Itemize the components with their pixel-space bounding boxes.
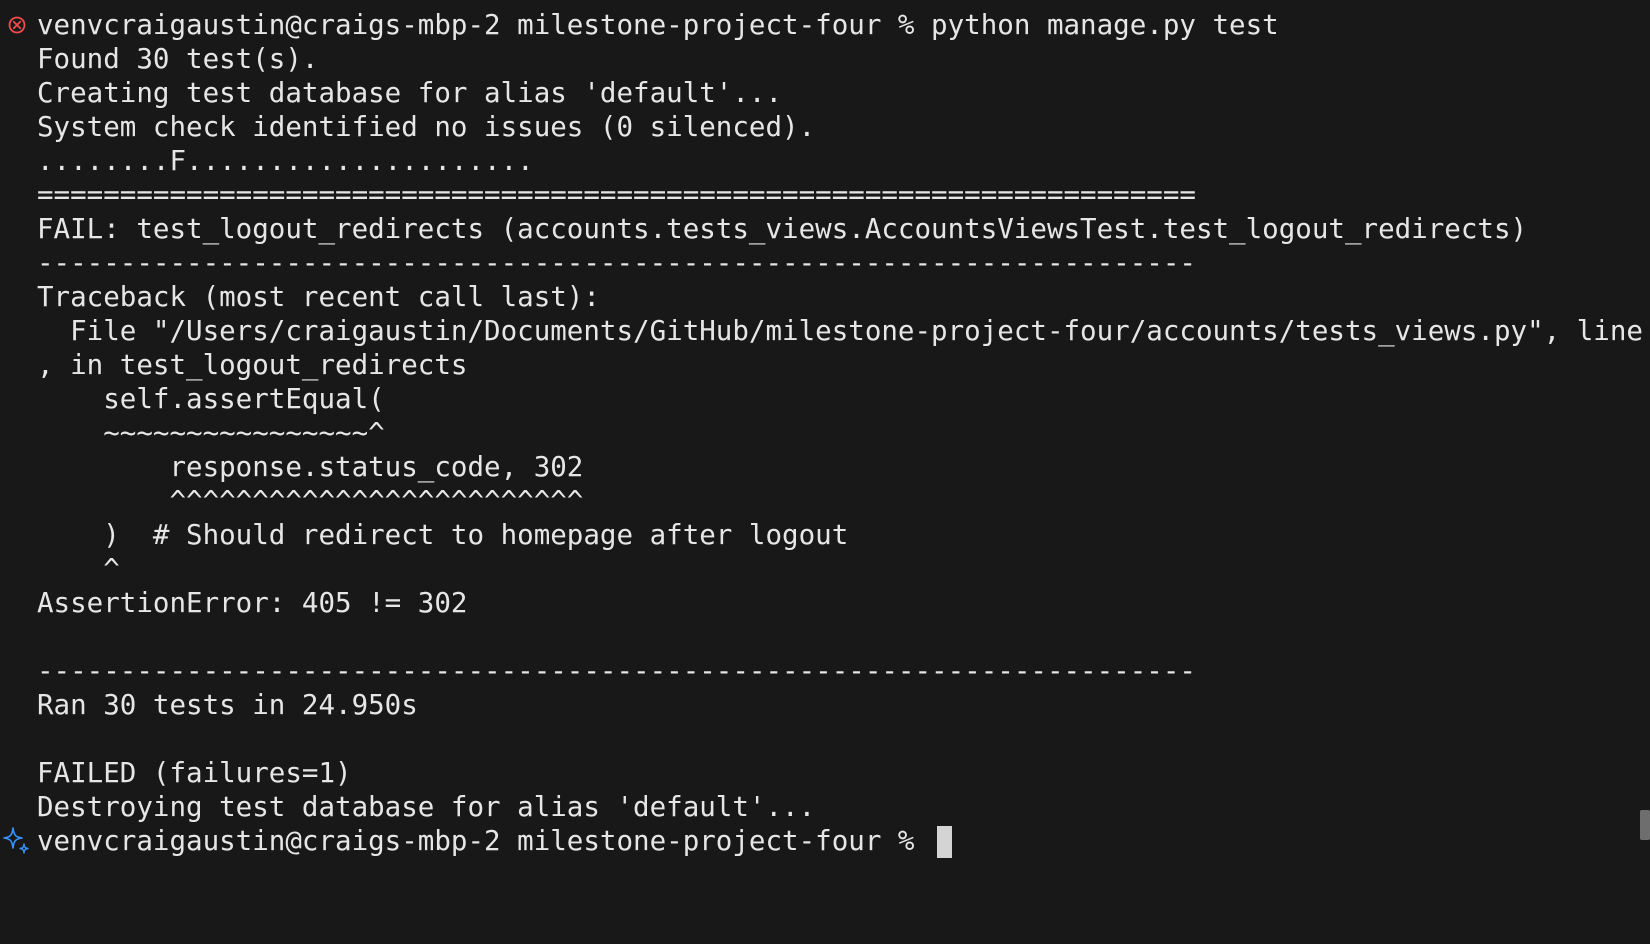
terminal-line: FAIL: test_logout_redirects (accounts.te… [37,212,1650,246]
terminal-line-text: ~~~~~~~~~~~~~~~~^ [37,417,385,449]
terminal-line: Ran 30 tests in 24.950s [37,688,1650,722]
terminal-line: ^ [37,552,1650,586]
terminal-line-text: ) # Should redirect to homepage after lo… [37,519,849,551]
terminal-line-text: Found 30 test(s). [37,43,319,75]
terminal-line: venvcraigaustin@craigs-mbp-2 milestone-p… [3,824,1650,858]
terminal-line-text: Destroying test database for alias 'defa… [37,791,816,823]
terminal-line: self.assertEqual( [37,382,1650,416]
scrollbar-thumb[interactable] [1640,810,1650,840]
terminal-line: ----------------------------------------… [37,246,1650,280]
terminal-line-text: response.status_code, 302 [37,451,584,483]
terminal-line-text: Creating test database for alias 'defaul… [37,77,783,109]
terminal-line-text: FAILED (failures=1) [37,757,352,789]
terminal-line: ----------------------------------------… [37,654,1650,688]
terminal-line-text: FAIL: test_logout_redirects (accounts.te… [37,213,1528,245]
terminal-line-text: ========================================… [37,179,1196,211]
terminal-line-text: ^^^^^^^^^^^^^^^^^^^^^^^^^ [37,485,584,517]
sparkle-icon[interactable] [0,824,34,858]
terminal-line-text: venvcraigaustin@craigs-mbp-2 milestone-p… [37,825,932,857]
terminal-line: , in test_logout_redirects [37,348,1650,382]
terminal-line: venvcraigaustin@craigs-mbp-2 milestone-p… [8,8,1650,42]
terminal-line: System check identified no issues (0 sil… [37,110,1650,144]
terminal-line-text: AssertionError: 405 != 302 [37,587,468,619]
terminal-line: ~~~~~~~~~~~~~~~~^ [37,416,1650,450]
terminal-line: ........F..................... [37,144,1650,178]
terminal-line-text: Ran 30 tests in 24.950s [37,689,418,721]
terminal-line-text: System check identified no issues (0 sil… [37,111,816,143]
terminal-line-text: ........F..................... [37,145,534,177]
terminal-line: ========================================… [37,178,1650,212]
terminal-output: venvcraigaustin@craigs-mbp-2 milestone-p… [3,8,1650,858]
terminal-line-text: , in test_logout_redirects [37,349,468,381]
error-circle-x-icon[interactable] [0,8,34,42]
terminal-line: Destroying test database for alias 'defa… [37,790,1650,824]
terminal-line-text: ----------------------------------------… [37,247,1196,279]
terminal-panel[interactable]: venvcraigaustin@craigs-mbp-2 milestone-p… [0,0,1650,944]
terminal-line-text: File "/Users/craigaustin/Documents/GitHu… [37,315,1650,347]
terminal-line-text: self.assertEqual( [37,383,385,415]
terminal-line: Found 30 test(s). [37,42,1650,76]
terminal-line-text: ----------------------------------------… [37,655,1196,687]
terminal-line-text: venvcraigaustin@craigs-mbp-2 milestone-p… [37,9,1279,41]
terminal-line: Traceback (most recent call last): [37,280,1650,314]
terminal-line: Creating test database for alias 'defaul… [37,76,1650,110]
terminal-line: FAILED (failures=1) [37,756,1650,790]
terminal-line: AssertionError: 405 != 302 [37,586,1650,620]
terminal-line: File "/Users/craigaustin/Documents/GitHu… [37,314,1650,348]
terminal-cursor[interactable] [937,826,953,858]
terminal-line-text: Traceback (most recent call last): [37,281,600,313]
terminal-line: response.status_code, 302 [37,450,1650,484]
terminal-line: ) # Should redirect to homepage after lo… [37,518,1650,552]
terminal-line: ^^^^^^^^^^^^^^^^^^^^^^^^^ [37,484,1650,518]
terminal-line-text: ^ [37,553,120,585]
